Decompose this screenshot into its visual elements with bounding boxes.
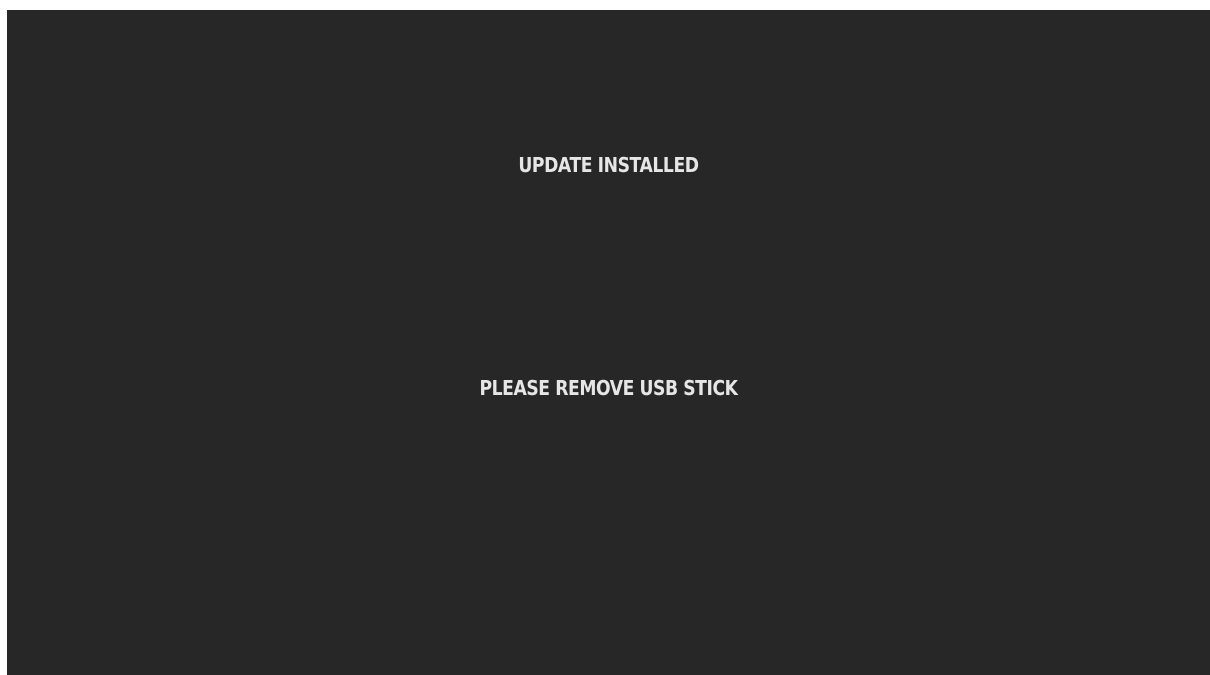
update-status-screen: UPDATE INSTALLED PLEASE REMOVE USB STICK (7, 10, 1210, 675)
update-installed-title: UPDATE INSTALLED (518, 153, 699, 177)
remove-usb-instruction: PLEASE REMOVE USB STICK (479, 376, 738, 400)
